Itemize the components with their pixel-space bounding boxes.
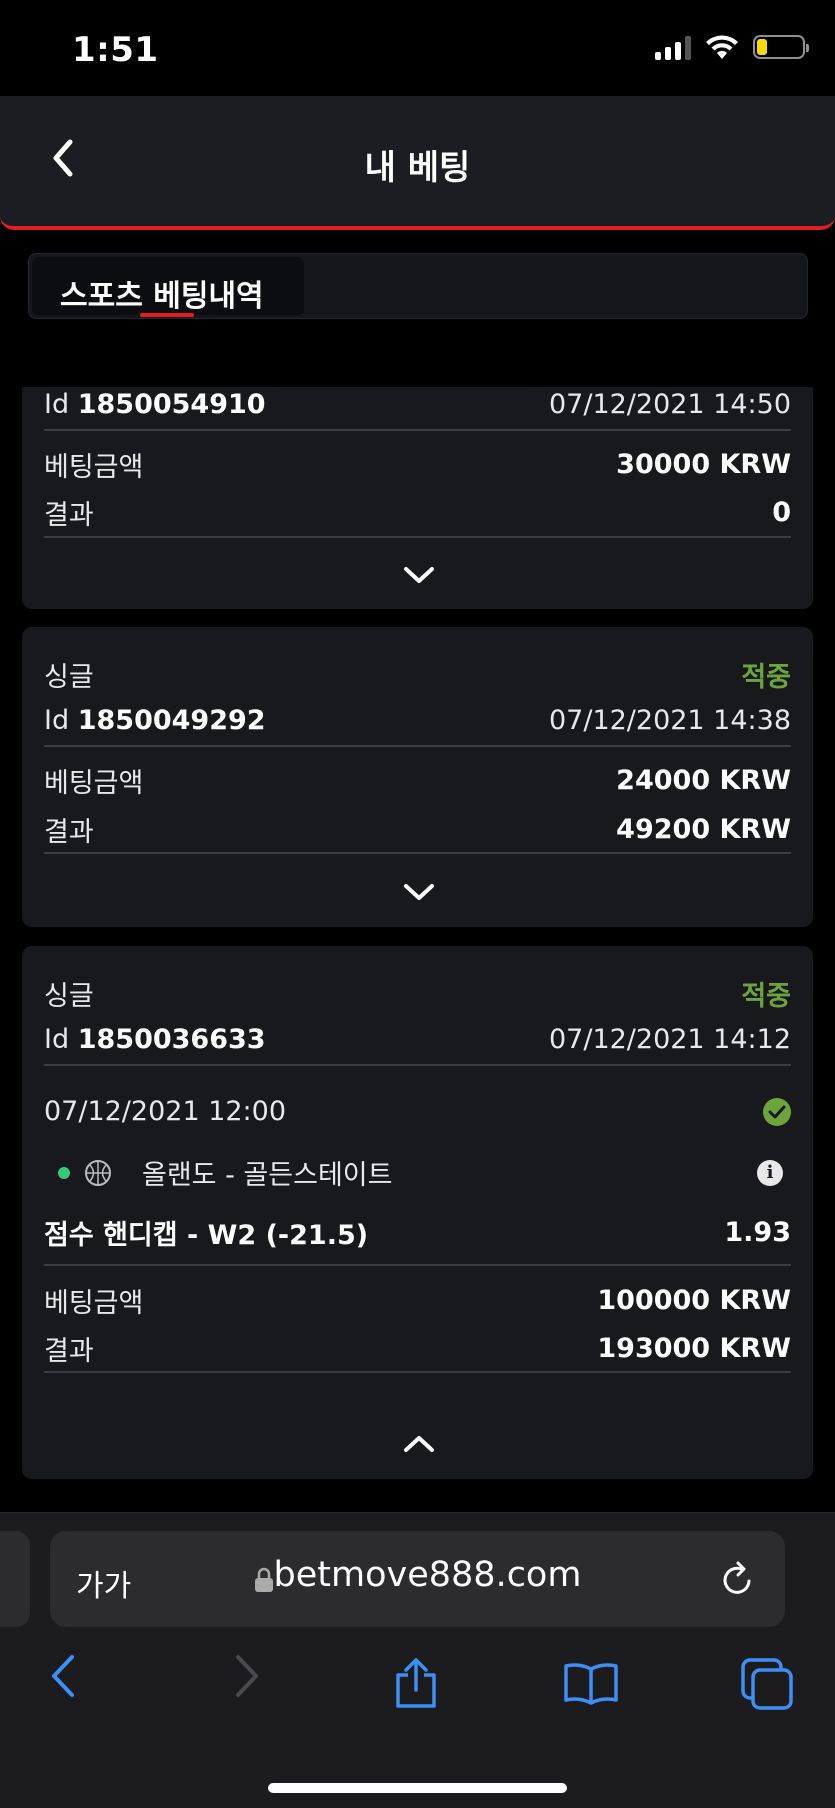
tab-label: 스포츠 베팅내역 bbox=[60, 279, 264, 314]
url-text[interactable]: betmove888.com bbox=[50, 1555, 785, 1595]
match-row: 올랜도 - 골든스테이트 i bbox=[44, 1153, 791, 1192]
chevron-up-icon[interactable] bbox=[402, 1433, 436, 1455]
check-circle-icon bbox=[763, 1097, 791, 1126]
stake-label: 베팅금액 bbox=[44, 768, 144, 799]
tab-active-indicator bbox=[140, 313, 194, 317]
bet-id: 1850054910 bbox=[77, 389, 266, 420]
info-icon[interactable]: i bbox=[757, 1159, 783, 1186]
status-time: 1:51 bbox=[72, 30, 159, 70]
bet-id: 1850049292 bbox=[77, 705, 266, 736]
stake-value: 100000 KRW bbox=[597, 1285, 791, 1316]
page-title: 내 베팅 bbox=[364, 148, 471, 188]
divider bbox=[44, 1371, 791, 1373]
result-label: 결과 bbox=[44, 500, 94, 531]
bet-datetime: 07/12/2021 14:38 bbox=[548, 705, 791, 736]
bet-datetime: 07/12/2021 14:50 bbox=[548, 389, 791, 420]
status-badge: 적중 bbox=[741, 981, 791, 1012]
status-bar: 1:51 bbox=[0, 0, 835, 96]
divider bbox=[44, 1264, 791, 1266]
stake-row: 베팅금액 100000 KRW bbox=[44, 1281, 791, 1320]
stake-value: 24000 KRW bbox=[616, 765, 791, 796]
tab-bar: 스포츠 베팅내역 bbox=[28, 253, 808, 319]
chevron-down-icon[interactable] bbox=[402, 564, 436, 586]
bet-list[interactable]: Id 1850054910 07/12/2021 14:50 베팅금액 3000… bbox=[0, 387, 835, 1512]
bet-id-row: Id 1850054910 07/12/2021 14:50 bbox=[44, 389, 791, 420]
bookmarks-icon[interactable] bbox=[563, 1661, 619, 1705]
tabs-icon[interactable] bbox=[740, 1657, 794, 1711]
home-indicator bbox=[268, 1783, 567, 1793]
browser-toolbar: 가가 betmove888.com bbox=[0, 1512, 835, 1808]
reload-icon[interactable] bbox=[719, 1559, 757, 1599]
bet-type: 싱글 bbox=[44, 662, 94, 693]
stake-row: 베팅금액 30000 KRW bbox=[44, 445, 791, 484]
bet-card-expanded: 싱글 적중 Id 1850036633 07/12/2021 14:12 07/… bbox=[22, 946, 813, 1479]
status-badge: 적중 bbox=[741, 662, 791, 693]
app-header: 내 베팅 bbox=[0, 96, 835, 230]
chevron-down-icon[interactable] bbox=[402, 881, 436, 903]
bet-type-row: 싱글 적중 bbox=[44, 974, 791, 1013]
bet-id-row: Id 1850036633 07/12/2021 14:12 bbox=[44, 1024, 791, 1055]
match-name: 올랜도 - 골든스테이트 bbox=[142, 1160, 393, 1191]
bet-id-row: Id 1850049292 07/12/2021 14:38 bbox=[44, 705, 791, 736]
stake-value: 30000 KRW bbox=[616, 449, 791, 480]
divider bbox=[44, 1064, 791, 1066]
live-dot-icon bbox=[58, 1166, 70, 1179]
wifi-icon bbox=[706, 35, 738, 59]
basketball-icon bbox=[85, 1159, 111, 1186]
bet-type-row: 싱글 적중 bbox=[44, 655, 791, 694]
bet-card: Id 1850054910 07/12/2021 14:50 베팅금액 3000… bbox=[22, 387, 813, 609]
result-row: 결과 0 bbox=[44, 493, 791, 532]
market-name: 점수 핸디캡 - W2 (-21.5) bbox=[44, 1220, 369, 1251]
divider bbox=[44, 429, 791, 431]
result-label: 결과 bbox=[44, 817, 94, 848]
divider bbox=[44, 852, 791, 854]
result-value: 0 bbox=[772, 497, 791, 528]
stake-row: 베팅금액 24000 KRW bbox=[44, 761, 791, 800]
bet-type: 싱글 bbox=[44, 981, 94, 1012]
previous-tab-pill[interactable] bbox=[0, 1531, 30, 1627]
stake-label: 베팅금액 bbox=[44, 1288, 144, 1319]
browser-back-icon[interactable] bbox=[48, 1653, 80, 1699]
result-row: 결과 193000 KRW bbox=[44, 1329, 791, 1368]
result-row: 결과 49200 KRW bbox=[44, 810, 791, 849]
share-icon[interactable] bbox=[393, 1657, 439, 1709]
id-label: Id bbox=[44, 705, 70, 736]
browser-forward-icon[interactable] bbox=[230, 1653, 262, 1699]
odds-value: 1.93 bbox=[724, 1217, 791, 1248]
id-label: Id bbox=[44, 389, 70, 420]
divider bbox=[44, 745, 791, 747]
market-row: 점수 핸디캡 - W2 (-21.5) 1.93 bbox=[44, 1213, 791, 1252]
bet-datetime: 07/12/2021 14:12 bbox=[548, 1024, 791, 1055]
event-datetime-row: 07/12/2021 12:00 bbox=[44, 1096, 791, 1127]
address-bar[interactable]: 가가 betmove888.com bbox=[50, 1531, 785, 1627]
battery-icon bbox=[753, 35, 809, 59]
stake-label: 베팅금액 bbox=[44, 452, 144, 483]
result-label: 결과 bbox=[44, 1336, 94, 1367]
status-icons bbox=[655, 34, 809, 60]
id-label: Id bbox=[44, 1024, 70, 1055]
event-datetime: 07/12/2021 12:00 bbox=[44, 1096, 287, 1127]
bet-id: 1850036633 bbox=[77, 1024, 266, 1055]
tab-sports-bets[interactable]: 스포츠 베팅내역 bbox=[32, 257, 304, 317]
result-value: 49200 KRW bbox=[616, 814, 791, 845]
cellular-signal-icon bbox=[655, 34, 691, 60]
result-value: 193000 KRW bbox=[597, 1333, 791, 1364]
bet-card: 싱글 적중 Id 1850049292 07/12/2021 14:38 베팅금… bbox=[22, 627, 813, 927]
divider bbox=[44, 536, 791, 538]
